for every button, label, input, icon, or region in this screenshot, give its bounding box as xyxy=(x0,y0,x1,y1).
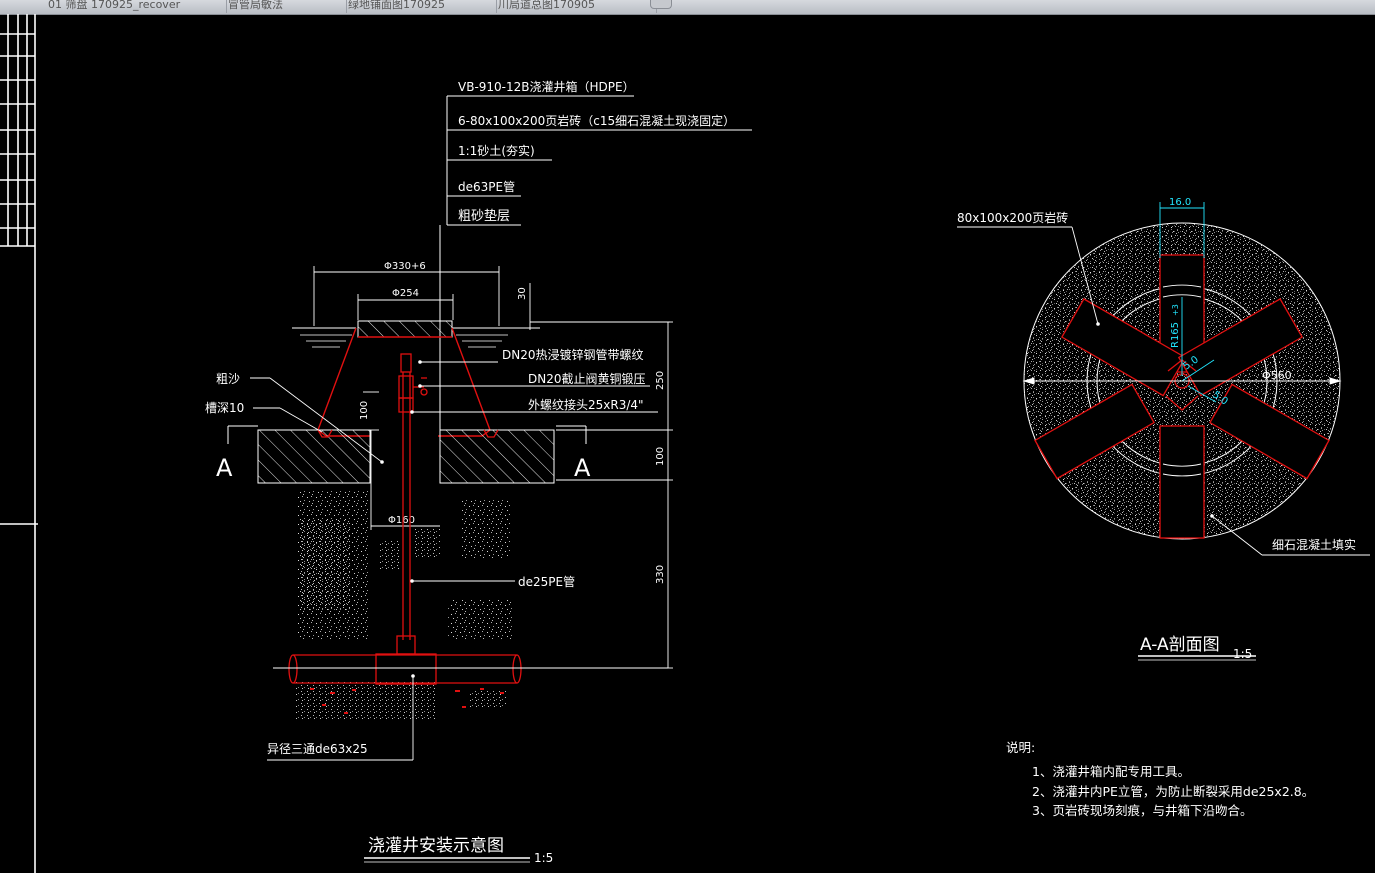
design-notes: 说明: 1、浇灌井箱内配专用工具。 2、浇灌井内PE立管，为防止断裂采用de25… xyxy=(1006,740,1314,818)
dim-phi560: Φ560 xyxy=(1262,369,1292,382)
section-aa-view: 16.0 R165 +3 5.0 5.0 Φ560 80x100x200页岩砖 … xyxy=(957,197,1370,661)
dim-100-right: 100 xyxy=(655,447,666,466)
callout-sand-soil: 1:1砂土(夯实) xyxy=(458,143,535,158)
dim-phi330: Φ330+6 xyxy=(384,261,426,272)
label-coarse-sand: 粗沙 xyxy=(216,372,240,386)
label-shale-brick: 80x100x200页岩砖 xyxy=(957,210,1068,225)
callout-irrigation-box: VB-910-12B浇灌井箱（HDPE） xyxy=(458,79,635,94)
section-drawing-title: A-A剖面图 xyxy=(1140,635,1220,655)
label-dn20-valve: DN20截止阀黄铜锻压 xyxy=(528,371,646,386)
callout-de63-pipe: de63PE管 xyxy=(458,179,515,194)
dim-r165-tolerance: +3 xyxy=(1171,304,1180,316)
section-mark-a-left: A xyxy=(216,454,233,482)
dim-phi160: Φ160 xyxy=(388,515,415,526)
installation-drawing-scale: 1:5 xyxy=(534,851,553,865)
notes-heading: 说明: xyxy=(1006,740,1035,755)
dim-330: 330 xyxy=(655,565,666,584)
installation-elevation-view: VB-910-12B浇灌井箱（HDPE） 6-80x100x200页岩砖（c15… xyxy=(205,79,752,865)
dim-30: 30 xyxy=(517,287,528,300)
cad-drawing-canvas[interactable]: VB-910-12B浇灌井箱（HDPE） 6-80x100x200页岩砖（c15… xyxy=(0,0,1375,873)
callout-shale-brick: 6-80x100x200页岩砖（c15细石混凝土现浇固定） xyxy=(458,113,735,128)
dim-100-left: 100 xyxy=(359,401,370,420)
dim-phi254: Φ254 xyxy=(392,288,419,299)
note-item: 1、浇灌井箱内配专用工具。 xyxy=(1032,764,1190,779)
callout-coarse-sand-layer: 粗砂垫层 xyxy=(458,208,510,224)
note-item: 2、浇灌井内PE立管，为防止断裂采用de25x2.8。 xyxy=(1032,784,1314,799)
label-groove-depth: 槽深10 xyxy=(205,401,244,415)
label-thread-adapter: 外螺纹接头25xR3/4" xyxy=(528,397,644,412)
dim-250: 250 xyxy=(655,371,666,390)
label-dn20-steel-pipe: DN20热浸镀锌钢管带螺纹 xyxy=(502,347,644,362)
note-item: 3、页岩砖现场刻痕，与井箱下沿吻合。 xyxy=(1032,803,1252,818)
section-mark-a-right: A xyxy=(574,454,591,482)
installation-drawing-title: 浇灌井安装示意图 xyxy=(368,836,504,856)
dim-r165: R165 xyxy=(1170,322,1181,348)
label-reducing-tee: 异径三通de63x25 xyxy=(267,742,368,756)
label-concrete-fill: 细石混凝土填实 xyxy=(1272,537,1356,552)
dim-16: 16.0 xyxy=(1169,197,1191,208)
label-de25-pipe: de25PE管 xyxy=(518,574,575,589)
section-drawing-scale: 1:5 xyxy=(1233,647,1252,661)
